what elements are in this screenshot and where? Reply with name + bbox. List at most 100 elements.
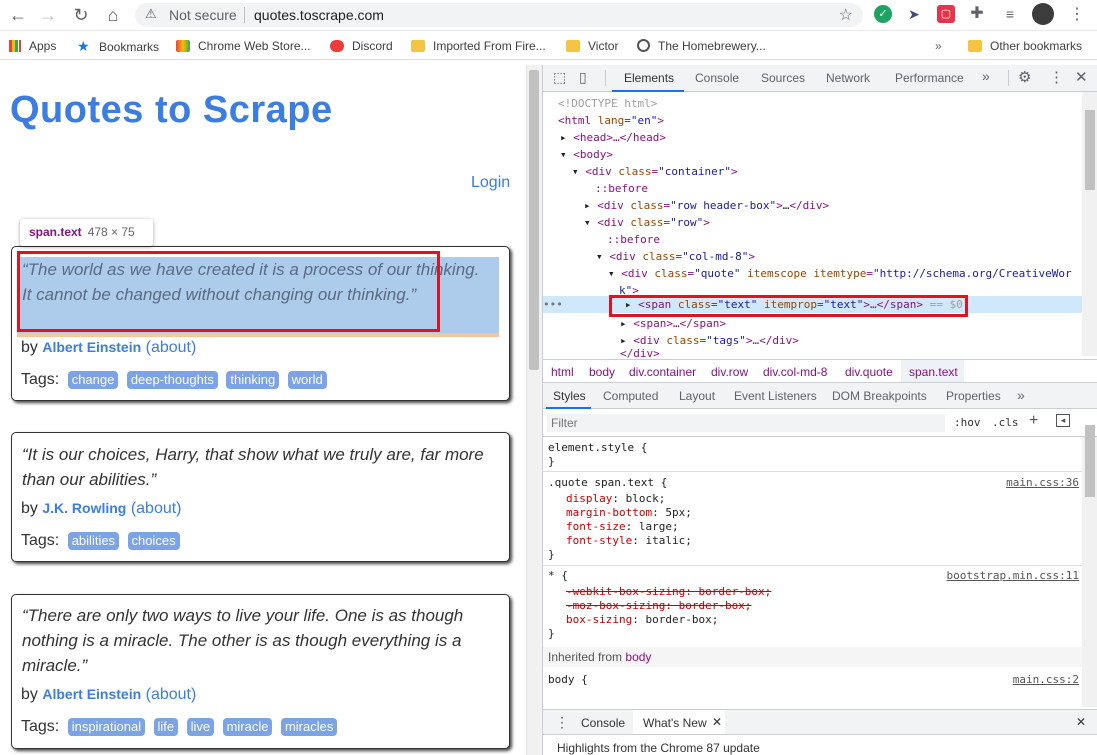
tag-link[interactable]: miracles (280, 718, 338, 736)
warning-icon[interactable]: ⚠ (145, 6, 157, 22)
login-link[interactable]: Login (471, 174, 510, 192)
about-link[interactable]: (about) (146, 686, 197, 703)
dom-node[interactable]: <!DOCTYPE html> (543, 95, 1083, 112)
tag-link[interactable]: choices (127, 532, 180, 550)
back-arrow-icon[interactable]: ← (7, 4, 29, 26)
css-declaration[interactable]: margin-bottom: 5px; (566, 506, 692, 520)
tag-link[interactable]: life (153, 718, 179, 736)
css-declaration[interactable]: font-style: italic; (566, 534, 692, 548)
styles-scrollbar-thumb[interactable] (1085, 425, 1095, 497)
dom-node[interactable]: ▾ <div class="container"> (543, 163, 1083, 180)
tab-sources[interactable]: Sources (761, 71, 805, 85)
bookmark-bookmarks[interactable]: ★ Bookmarks (77, 38, 159, 54)
collapse-triangle-icon[interactable]: ▾ (608, 267, 621, 280)
dom-node[interactable]: ▸ <span>…</span> (543, 315, 1083, 332)
styles-filter-input[interactable] (547, 414, 945, 432)
tab-network[interactable]: Network (826, 71, 870, 85)
source-link[interactable]: main.css:36 (1006, 476, 1079, 489)
dom-node[interactable]: ▾ <body> (543, 146, 1083, 163)
element-style-selector[interactable]: element.style { (548, 441, 647, 455)
reload-icon[interactable]: ↻ (70, 4, 92, 26)
breadcrumb-item[interactable]: div.row (711, 365, 748, 379)
collapse-triangle-icon[interactable]: ▾ (560, 148, 573, 161)
css-declaration-overridden[interactable]: -moz-box-sizing: border-box; (566, 599, 751, 613)
bookmark-imported-folder[interactable]: Imported From Fire... (411, 38, 546, 54)
dom-node[interactable]: ▾ <div class="row"> (543, 214, 1083, 231)
inherited-node-link[interactable]: body (625, 650, 651, 664)
drawer-tab-console[interactable]: Console (581, 716, 625, 730)
forward-arrow-icon[interactable]: → (37, 4, 59, 26)
device-toolbar-icon[interactable]: ▯ (579, 69, 587, 86)
breadcrumb-item[interactable]: html (551, 365, 574, 379)
breadcrumb-item[interactable]: div.quote (845, 365, 893, 379)
breadcrumb-item[interactable]: div.col-md-8 (763, 365, 827, 379)
gear-icon[interactable]: ⚙ (1018, 68, 1031, 86)
collapse-triangle-icon[interactable]: ▾ (596, 250, 609, 263)
bookmarks-overflow-chevron-icon[interactable]: » (935, 38, 942, 54)
subtab-layout[interactable]: Layout (679, 389, 715, 403)
home-icon[interactable]: ⌂ (102, 4, 124, 26)
extensions-puzzle-icon[interactable]: ✚ (968, 5, 986, 23)
subtab-dom-breakpoints[interactable]: DOM Breakpoints (832, 389, 927, 403)
tag-link[interactable]: thinking (226, 371, 280, 389)
expand-triangle-icon[interactable]: ▸ (584, 199, 597, 212)
bookmark-victor-folder[interactable]: Victor (566, 38, 618, 54)
expand-triangle-icon[interactable]: ▸ (620, 317, 633, 330)
close-icon[interactable]: ✕ (1075, 68, 1088, 86)
drawer-tab-whats-new[interactable]: What's New (643, 716, 707, 730)
breadcrumb-item-selected[interactable]: span.text (909, 365, 958, 379)
tag-link[interactable]: miracle (222, 718, 273, 736)
css-declaration[interactable]: box-sizing: border-box; (566, 613, 718, 627)
page-scrollbar-thumb[interactable] (529, 70, 539, 370)
url-text[interactable]: quotes.toscrape.com (254, 7, 384, 23)
expand-triangle-icon[interactable]: ▸ (620, 334, 633, 347)
new-rule-plus-icon[interactable]: + (1029, 412, 1038, 430)
shield-extension-icon[interactable]: ✓ (874, 5, 892, 23)
subtab-event-listeners[interactable]: Event Listeners (734, 389, 817, 403)
security-label[interactable]: Not secure (169, 7, 237, 23)
dom-node[interactable]: ▸ <div class="tags">…</div> (543, 332, 1083, 349)
bookmark-star-icon[interactable]: ☆ (839, 5, 853, 25)
send-extension-icon[interactable]: ➤ (905, 5, 923, 23)
tag-link[interactable]: abilities (67, 532, 120, 550)
dom-node[interactable]: ▾ <div class="quote" itemscope itemtype=… (543, 265, 1083, 282)
dom-node[interactable]: ▸ <head>…</head> (543, 129, 1083, 146)
tab-performance[interactable]: Performance (895, 71, 964, 85)
bookmark-apps[interactable]: Apps (9, 38, 56, 54)
source-link[interactable]: main.css:2 (1013, 673, 1079, 686)
tag-link[interactable]: world (287, 371, 327, 389)
tab-console[interactable]: Console (695, 71, 739, 85)
about-link[interactable]: (about) (131, 500, 182, 517)
subtab-computed[interactable]: Computed (603, 389, 658, 403)
css-declaration-overridden[interactable]: -webkit-box-sizing: border-box; (566, 585, 771, 599)
bookmark-discord[interactable]: Discord (330, 38, 393, 54)
more-menu-icon[interactable]: ⋮ (1066, 4, 1088, 26)
expand-triangle-icon[interactable]: ▸ (560, 131, 573, 144)
close-tab-icon[interactable]: ✕ (712, 715, 722, 729)
collapse-triangle-icon[interactable]: ▾ (572, 165, 585, 178)
css-declaration[interactable]: font-size: large; (566, 520, 679, 534)
tab-elements[interactable]: Elements (624, 71, 674, 85)
inspect-cursor-icon[interactable]: ⬚ (553, 69, 566, 86)
dom-node[interactable]: ▾ <div class="col-md-8"> (543, 248, 1083, 265)
address-bar[interactable]: ⚠ Not secure quotes.toscrape.com ☆ (135, 3, 863, 27)
close-drawer-icon[interactable]: ✕ (1076, 715, 1086, 729)
bookmark-chrome-web-store[interactable]: Chrome Web Store... (176, 38, 311, 54)
css-declaration[interactable]: display: block; (566, 492, 665, 506)
rule-selector[interactable]: * { (548, 569, 568, 583)
about-link[interactable]: (about) (146, 339, 197, 356)
dom-node[interactable]: ▸ <div class="row header-box">…</div> (543, 197, 1083, 214)
dom-node[interactable]: ::before (543, 231, 1083, 248)
node-actions-icon[interactable]: ••• (543, 298, 563, 311)
media-queue-icon[interactable]: ≡ (1001, 5, 1019, 23)
breadcrumb-item[interactable]: body (589, 365, 615, 379)
tag-link[interactable]: live (186, 718, 215, 736)
profile-avatar[interactable] (1032, 3, 1054, 25)
subtab-styles[interactable]: Styles (553, 389, 586, 403)
rule-selector[interactable]: body { (548, 673, 588, 687)
subtab-properties[interactable]: Properties (946, 389, 1001, 403)
tag-link[interactable]: change (67, 371, 119, 389)
tag-link[interactable]: deep-thoughts (126, 371, 218, 389)
source-link[interactable]: bootstrap.min.css:11 (947, 569, 1079, 582)
breadcrumb-item[interactable]: div.container (629, 365, 696, 379)
